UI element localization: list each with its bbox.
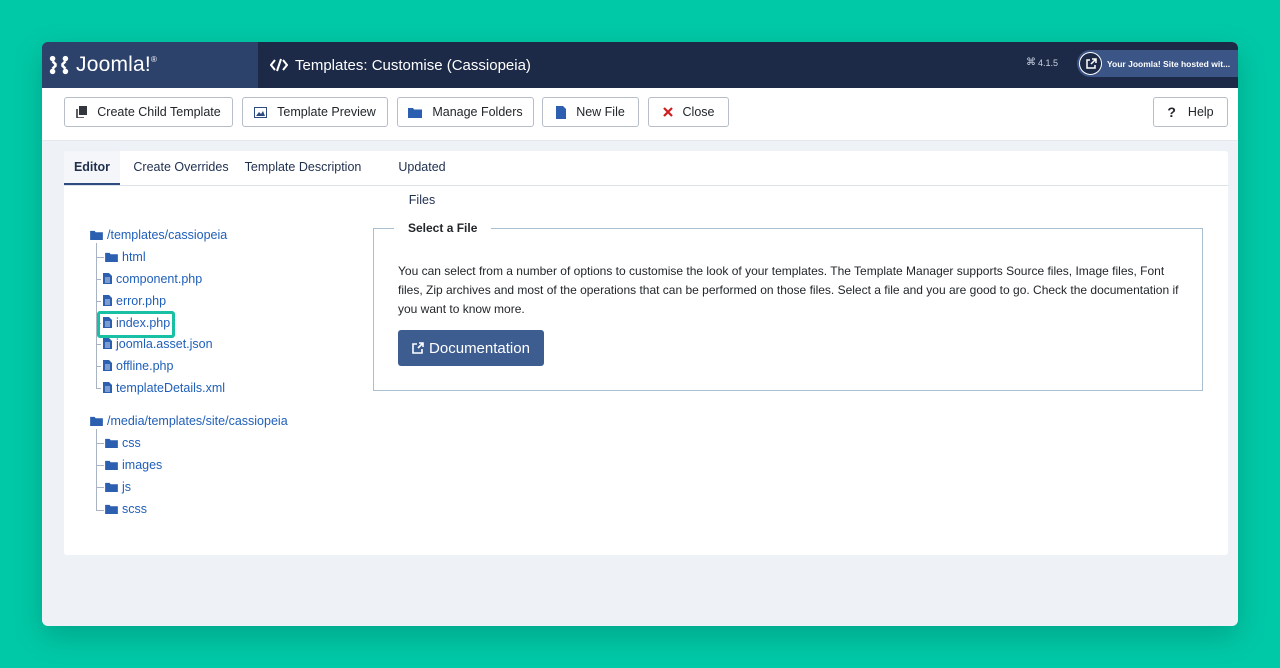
file-icon <box>103 338 112 350</box>
tree-label: templateDetails.xml <box>116 381 226 395</box>
highlight-box <box>97 311 175 338</box>
tree-folder-media-templates-site-cassiopeia[interactable]: /media/templates/site/cassiopeia <box>90 414 288 428</box>
folder-icon <box>105 482 118 492</box>
tree-folder-html[interactable]: html <box>105 250 146 264</box>
tree-label: scss <box>122 502 147 516</box>
page-title: Templates: Customise (Cassiopeia) <box>295 56 531 74</box>
tree-line <box>96 465 104 466</box>
folder-icon <box>90 416 103 426</box>
file-icon <box>103 360 112 372</box>
page-title-area: Templates: Customise (Cassiopeia) <box>270 42 531 88</box>
create-child-template-label: Create Child Template <box>97 105 221 119</box>
file-icon <box>103 273 112 285</box>
external-link-icon <box>1079 52 1102 75</box>
tree-folder-css[interactable]: css <box>105 436 141 450</box>
documentation-button[interactable]: Documentation <box>398 330 544 366</box>
site-link-button[interactable]: Your Joomla! Site hosted wit... <box>1077 50 1238 77</box>
code-icon <box>270 58 288 72</box>
tree-label: html <box>122 250 146 264</box>
site-link-label: Your Joomla! Site hosted wit... <box>1107 58 1231 69</box>
tree-folder-scss[interactable]: scss <box>105 502 147 516</box>
help-label: Help <box>1187 105 1214 119</box>
folder-icon <box>408 107 423 118</box>
folder-icon <box>105 504 118 514</box>
tree-line <box>96 257 104 258</box>
select-file-legend: Select a File <box>394 220 492 236</box>
tab-editor[interactable]: Editor <box>64 151 120 185</box>
tree-label: joomla.asset.json <box>116 337 213 351</box>
tree-line <box>96 487 104 488</box>
app-window: Joomla!® Templates: Customise (Cassiopei… <box>42 42 1238 626</box>
tree-folder-js[interactable]: js <box>105 480 131 494</box>
template-preview-label: Template Preview <box>277 105 376 119</box>
folder-icon <box>105 460 118 470</box>
close-label: Close <box>682 105 715 119</box>
tree-line <box>96 279 101 280</box>
copy-icon <box>76 106 88 118</box>
version-label: ⌘ 4.1.5 <box>1026 57 1058 68</box>
tree-line <box>96 510 104 511</box>
tree-file-joomla-asset-json[interactable]: joomla.asset.json <box>103 337 213 351</box>
tree-label: images <box>122 458 163 472</box>
tree-line <box>96 429 97 510</box>
tree-file-templatedetails-xml[interactable]: templateDetails.xml <box>103 381 225 395</box>
tree-label: /templates/cassiopeia <box>107 228 228 242</box>
close-button[interactable]: Close <box>648 97 729 127</box>
external-link-icon <box>412 342 424 354</box>
help-button[interactable]: ? Help <box>1153 97 1228 127</box>
tree-line <box>96 366 101 367</box>
template-preview-button[interactable]: Template Preview <box>242 97 388 127</box>
create-child-template-button[interactable]: Create Child Template <box>64 97 233 127</box>
joomla-small-icon: ⌘ <box>1026 57 1036 68</box>
file-icon <box>103 295 112 307</box>
file-icon <box>556 105 567 119</box>
image-icon <box>254 106 268 118</box>
tree-folder-images[interactable]: images <box>105 458 162 472</box>
tree-file-error-php[interactable]: error.php <box>103 294 166 308</box>
new-file-label: New File <box>576 105 625 119</box>
tree-file-offline-php[interactable]: offline.php <box>103 359 173 373</box>
toolbar: Create Child Template Template Preview M… <box>42 88 1238 141</box>
tree-line <box>96 301 101 302</box>
tree-label: css <box>122 436 141 450</box>
header-bar: Joomla!® Templates: Customise (Cassiopei… <box>42 42 1238 88</box>
tree-file-component-php[interactable]: component.php <box>103 272 202 286</box>
manage-folders-button[interactable]: Manage Folders <box>397 97 534 127</box>
version-number: 4.1.5 <box>1038 57 1059 68</box>
joomla-logo-icon <box>49 55 69 75</box>
tree-label: /media/templates/site/cassiopeia <box>107 414 288 428</box>
documentation-label: Documentation <box>429 339 530 357</box>
tree-label: offline.php <box>116 359 174 373</box>
tree-label: js <box>122 480 132 494</box>
folder-icon <box>90 230 103 240</box>
tree-line <box>96 388 101 389</box>
tab-updated-files[interactable]: Updated Files <box>384 151 460 207</box>
folder-icon <box>105 252 118 262</box>
tree-folder-templates-cassiopeia[interactable]: /templates/cassiopeia <box>90 228 227 242</box>
tree-label: error.php <box>116 294 167 308</box>
file-icon <box>103 382 112 394</box>
logo[interactable]: Joomla!® <box>42 42 258 88</box>
tree-line <box>96 443 104 444</box>
select-file-description: You can select from a number of options … <box>398 264 1179 316</box>
tree-label: component.php <box>116 272 203 286</box>
tree-line <box>96 344 101 345</box>
new-file-button[interactable]: New File <box>542 97 639 127</box>
manage-folders-label: Manage Folders <box>432 105 523 119</box>
tab-create-overrides[interactable]: Create Overrides <box>130 151 232 184</box>
question-icon: ? <box>1167 104 1176 120</box>
folder-icon <box>105 438 118 448</box>
logo-text: Joomla!® <box>76 53 158 76</box>
tab-bar: Editor Create Overrides Template Descrip… <box>64 151 1228 207</box>
tab-template-description[interactable]: Template Description <box>244 151 362 184</box>
close-x-icon <box>662 107 673 117</box>
